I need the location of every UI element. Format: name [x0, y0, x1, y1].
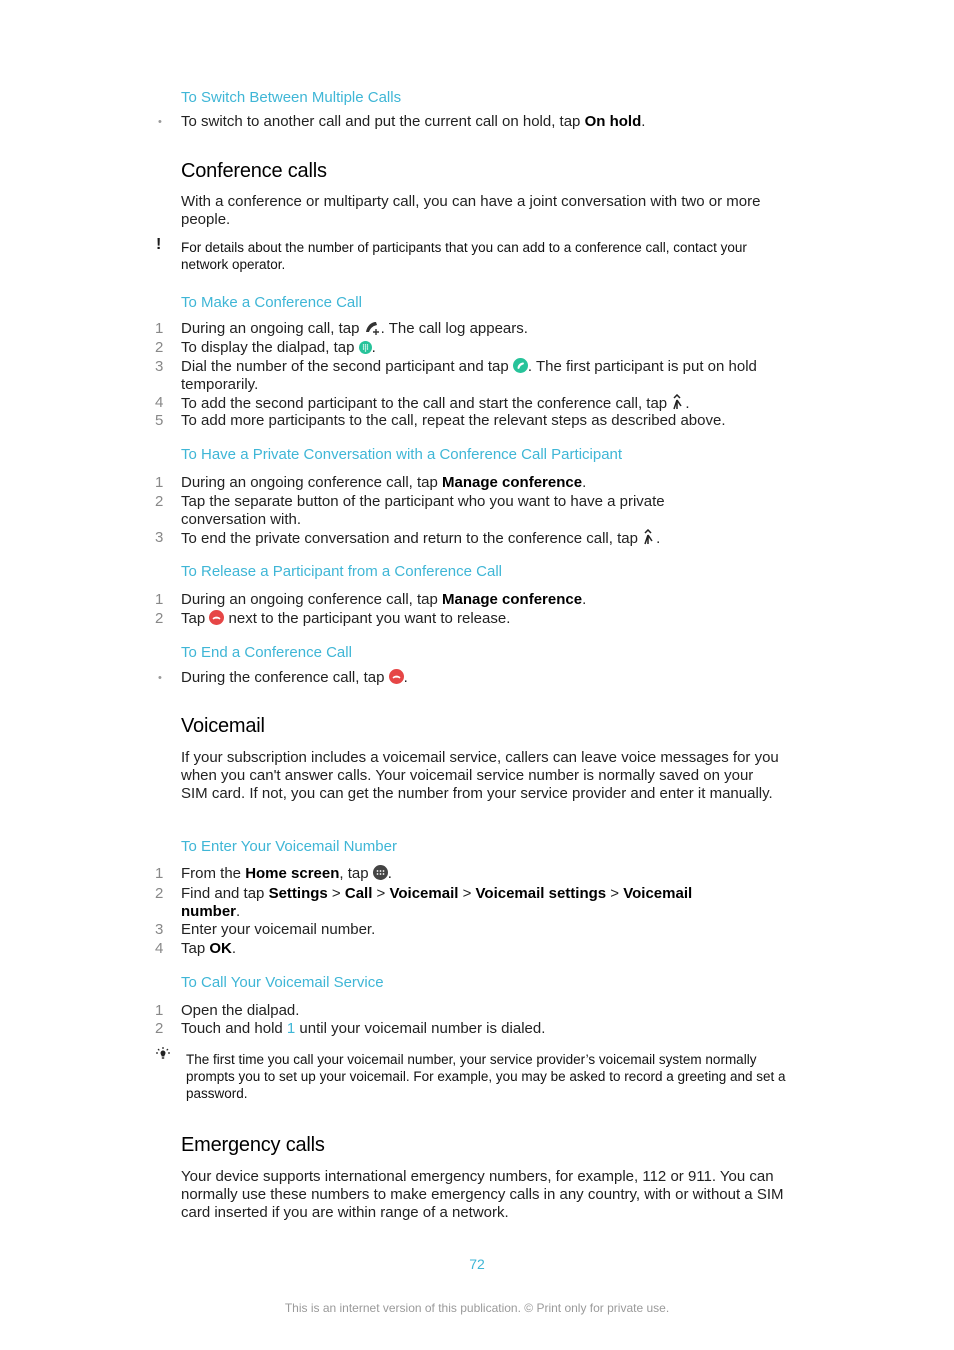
end-call-icon — [388, 669, 404, 684]
bullet: • — [158, 116, 162, 128]
section-title-emergency: Emergency calls — [181, 1134, 325, 1156]
dialpad-icon — [358, 341, 372, 354]
ok-label: OK — [209, 940, 232, 957]
subheading-switch-calls: To Switch Between Multiple Calls — [181, 89, 402, 106]
subheading-private-conversation: To Have a Private Conversation with a Co… — [181, 446, 623, 463]
subheading-enter-voicemail: To Enter Your Voicemail Number — [181, 838, 397, 855]
section-title-voicemail: Voicemail — [181, 715, 265, 737]
merge-calls-icon — [642, 528, 656, 550]
manual-page: To Switch Between Multiple Calls • To sw… — [0, 0, 954, 1350]
home-screen-label: Home screen — [245, 865, 340, 882]
apps-icon — [372, 865, 388, 880]
manage-conference-label: Manage conference — [442, 474, 583, 491]
subheading-release-participant: To Release a Participant from a Conferen… — [181, 563, 502, 580]
page-number: 72 — [469, 1256, 485, 1272]
voicemail-intro: If your subscription includes a voicemai… — [181, 749, 779, 803]
subheading-make-conference: To Make a Conference Call — [181, 294, 362, 311]
footer-notice: This is an internet version of this publ… — [284, 1301, 670, 1315]
emergency-intro: Your device supports international emerg… — [181, 1168, 784, 1222]
tip-icon — [154, 1046, 172, 1067]
important-icon: ! — [156, 236, 162, 253]
call-icon — [512, 358, 528, 373]
subheading-end-conference: To End a Conference Call — [181, 644, 352, 661]
add-call-icon — [364, 320, 381, 340]
voicemail-tip: The first time you call your voicemail n… — [186, 1052, 786, 1101]
bullet: • — [158, 672, 162, 684]
end-call-icon — [209, 610, 225, 625]
on-hold-label: On hold — [584, 113, 642, 130]
dialpad-key-1: 1 — [286, 1020, 296, 1037]
conference-intro: With a conference or multiparty call, yo… — [181, 193, 761, 229]
conference-note: For details about the number of particip… — [181, 240, 747, 272]
subheading-call-voicemail: To Call Your Voicemail Service — [181, 974, 384, 991]
manage-conference-label: Manage conference — [442, 591, 583, 608]
section-title-conference: Conference calls — [181, 160, 327, 182]
